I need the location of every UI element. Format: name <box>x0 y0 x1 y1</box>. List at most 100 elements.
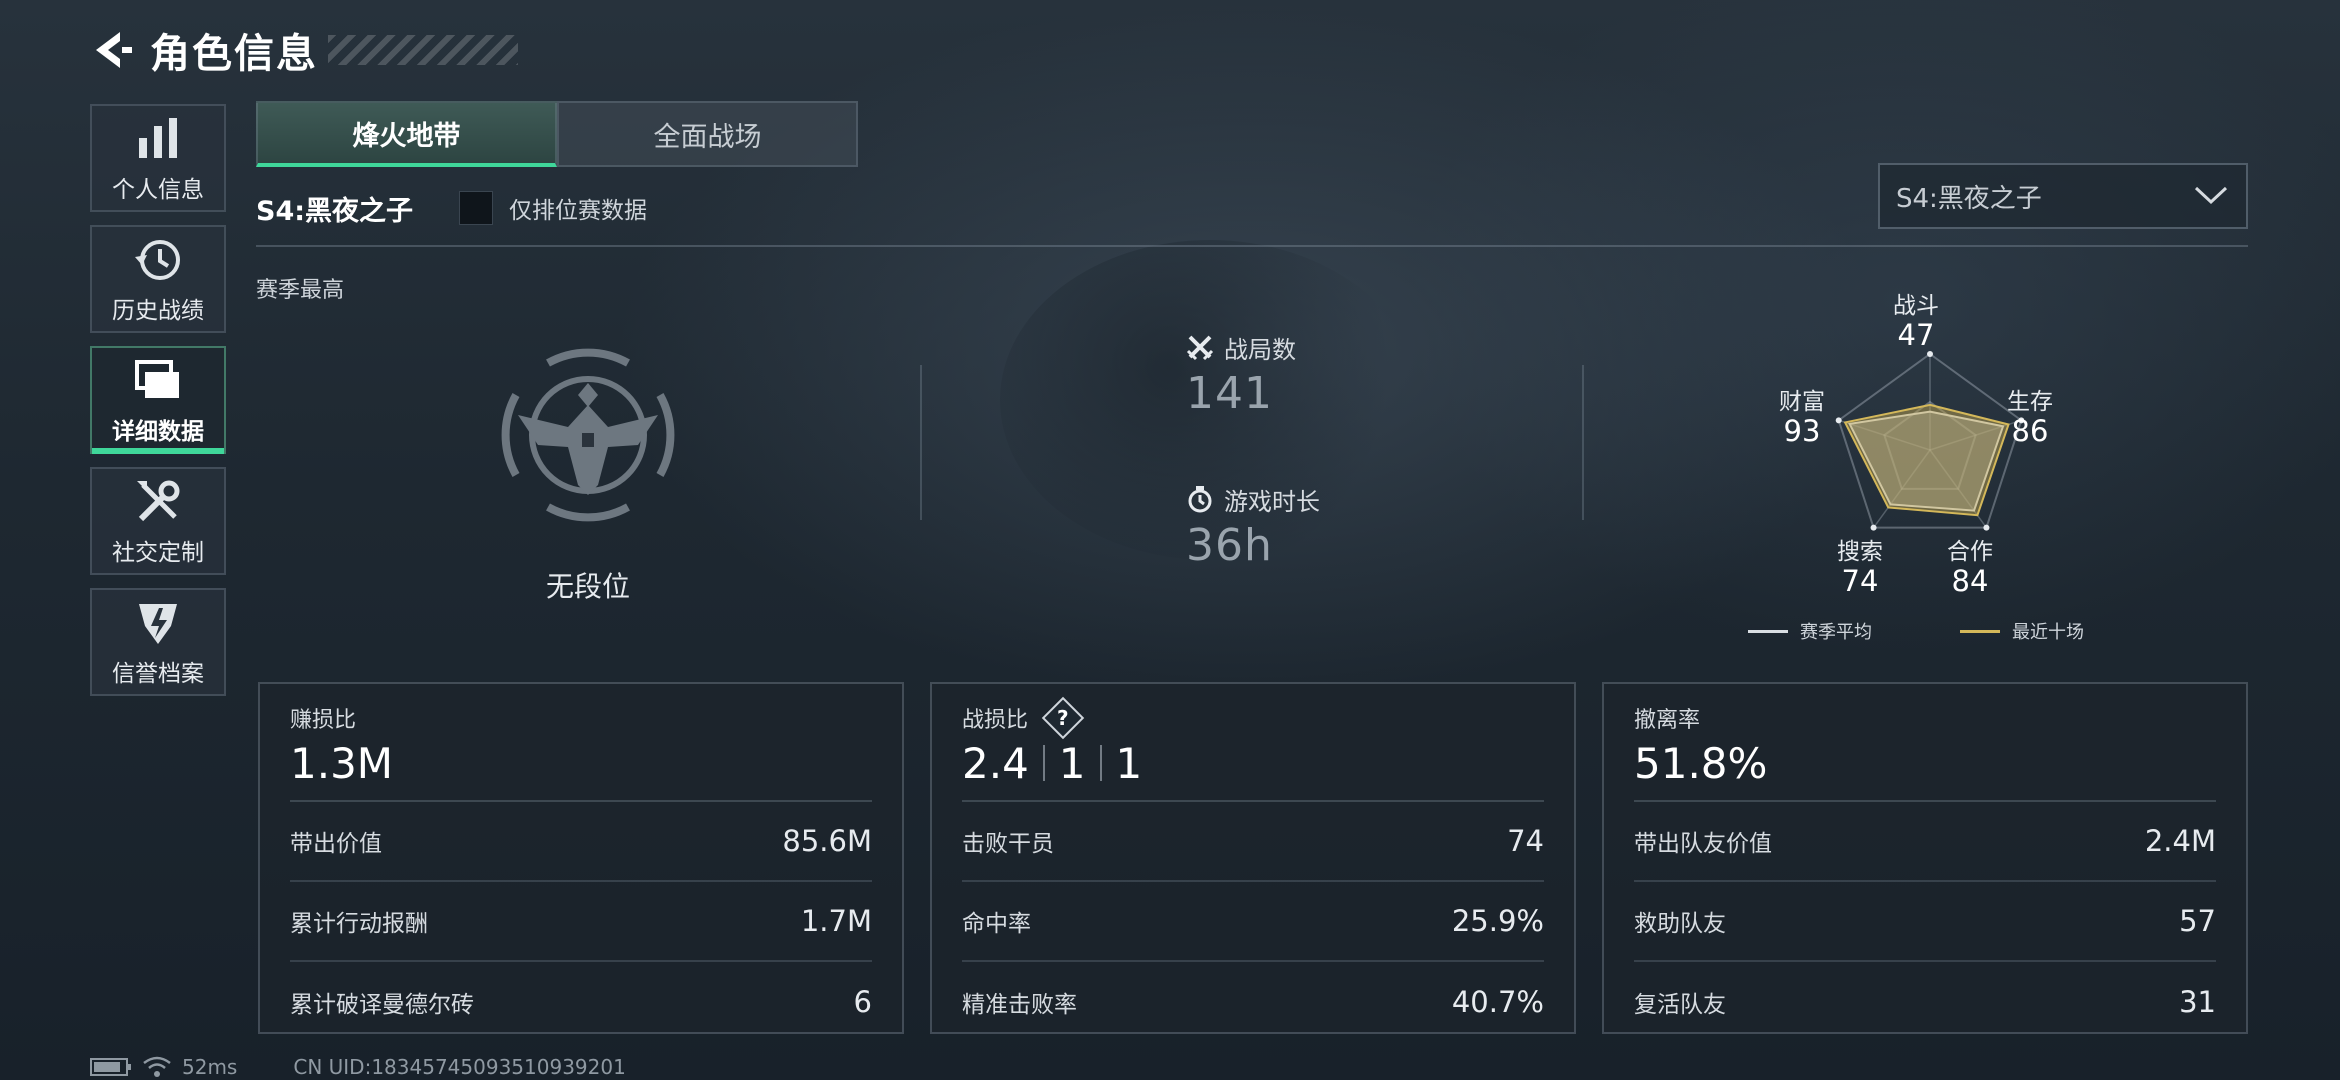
profit-title: 赚损比 <box>290 708 357 733</box>
row-value: 31 <box>2179 985 2216 1019</box>
season-selector-value: S4:黑夜之子 <box>1896 183 2042 214</box>
combat-rows: 击败干员 74 命中率 25.9% 精准击败率 40.7% <box>962 800 1544 1042</box>
value-separator <box>1099 745 1102 781</box>
status-footer: 52ms CN UID:18345745093510939201 <box>90 1054 626 1080</box>
table-row: 带出价值 85.6M <box>290 802 872 882</box>
radar-axis-dot <box>1870 524 1877 531</box>
table-row: 带出队友价值 2.4M <box>1634 802 2216 882</box>
row-value: 25.9% <box>1451 904 1544 938</box>
player-uid: CN UID:18345745093510939201 <box>293 1055 626 1079</box>
legend-swatch-average <box>1748 629 1788 633</box>
shield-badge-icon <box>139 604 177 644</box>
tab-firezone[interactable]: 烽火地带 <box>256 101 557 167</box>
row-key: 累计破译曼德尔砖 <box>290 992 474 1018</box>
season-name: S4:黑夜之子 <box>256 195 414 227</box>
row-value: 1.7M <box>800 904 872 938</box>
mode-tabs: 烽火地带 全面战场 <box>256 101 858 167</box>
sidebar-item-label: 信誉档案 <box>112 661 204 687</box>
sidebar-item-reputation[interactable]: 信誉档案 <box>90 588 226 696</box>
chevron-down-icon <box>2194 186 2228 205</box>
kd-third-value: 1 <box>1115 738 1143 788</box>
crossed-swords-icon <box>1186 335 1214 361</box>
sidebar-item-social-custom[interactable]: 社交定制 <box>90 467 226 575</box>
radar-label-search: 搜索 <box>1837 539 1883 565</box>
row-value: 2.4M <box>2144 824 2216 858</box>
stopwatch-icon <box>1188 486 1212 513</box>
radar-label-cooperation: 合作 <box>1947 539 1993 565</box>
rank-text: 无段位 <box>545 570 630 603</box>
row-key: 精准击败率 <box>962 992 1077 1018</box>
playtime-value: 36h <box>1186 520 1273 571</box>
sidebar-item-detailed-data[interactable]: 详细数据 <box>90 346 226 454</box>
ping-value: 52ms <box>182 1055 238 1079</box>
combat-main-values: 2.4 1 1 <box>962 738 1544 788</box>
radar-value-combat: 47 <box>1897 318 1935 352</box>
table-row: 累计破译曼德尔砖 6 <box>290 962 872 1042</box>
radar-label-wealth: 财富 <box>1779 389 1825 415</box>
row-value: 57 <box>2179 904 2216 938</box>
season-row: S4:黑夜之子 仅排位赛数据 <box>256 188 647 228</box>
radar-recent-ten-polygon <box>1843 403 2010 517</box>
sidebar-item-match-history[interactable]: 历史战绩 <box>90 225 226 333</box>
legend-label-average: 赛季平均 <box>1800 622 1872 643</box>
vertical-separator <box>920 365 922 520</box>
row-key: 累计行动报酬 <box>290 911 428 937</box>
row-key: 救助队友 <box>1634 911 1726 937</box>
kd-second-value: 1 <box>1058 738 1086 788</box>
back-arrow-icon[interactable] <box>90 26 138 74</box>
battery-icon <box>90 1058 131 1076</box>
table-row: 击败干员 74 <box>962 802 1544 882</box>
table-row: 累计行动报酬 1.7M <box>290 882 872 962</box>
legend-swatch-recent <box>1960 629 2000 633</box>
radar-axis-dot <box>1983 524 1990 531</box>
row-key: 击败干员 <box>962 831 1054 857</box>
profit-card: 赚损比 1.3M 带出价值 85.6M 累计行动报酬 1.7M 累计破译曼德尔砖… <box>258 682 904 1034</box>
sidebar: 个人信息 历史战绩 详细数据 社交定制 信誉档案 <box>90 104 226 709</box>
extract-title: 撤离率 <box>1634 708 1701 733</box>
matches-label: 战局数 <box>1224 335 1296 364</box>
legend-recent-ten: 最近十场 <box>1960 618 2084 644</box>
matches-value: 141 <box>1186 368 1273 419</box>
row-key: 命中率 <box>962 911 1031 937</box>
help-icon[interactable]: ? <box>1041 696 1085 740</box>
kd-ratio-value: 2.4 <box>962 738 1029 788</box>
table-row: 精准击败率 40.7% <box>962 962 1544 1042</box>
ranked-only-checkbox[interactable] <box>459 191 494 225</box>
sidebar-item-personal-info[interactable]: 个人信息 <box>90 104 226 212</box>
sidebar-item-label: 历史战绩 <box>112 298 204 324</box>
radar-value-survival: 86 <box>2011 414 2049 448</box>
legend-label-recent: 最近十场 <box>2012 622 2084 643</box>
season-selector[interactable]: S4:黑夜之子 <box>1878 163 2248 229</box>
radar-label-combat: 战斗 <box>1893 293 1939 319</box>
radar-value-cooperation: 84 <box>1951 564 1989 598</box>
page-title: 角色信息 <box>150 31 318 77</box>
playtime-label: 游戏时长 <box>1224 487 1320 516</box>
row-key: 复活队友 <box>1634 992 1726 1018</box>
row-value: 40.7% <box>1451 985 1544 1019</box>
extract-main-value: 51.8% <box>1634 738 1768 788</box>
sidebar-item-label: 详细数据 <box>112 419 204 445</box>
playtime-stat: 游戏时长 36h <box>1186 482 1320 571</box>
legend-season-average: 赛季平均 <box>1748 618 1872 644</box>
tools-icon <box>137 480 180 522</box>
radar-label-survival: 生存 <box>2007 389 2053 415</box>
row-value: 74 <box>1507 824 1544 858</box>
row-key: 带出队友价值 <box>1634 831 1772 857</box>
table-row: 命中率 25.9% <box>962 882 1544 962</box>
combat-title: 战损比 <box>962 708 1029 733</box>
bar-chart-icon <box>139 118 177 158</box>
table-row: 救助队友 57 <box>1634 882 2216 962</box>
sidebar-item-label: 社交定制 <box>112 540 204 566</box>
radar-value-wealth: 93 <box>1783 414 1821 448</box>
row-value: 85.6M <box>782 824 872 858</box>
value-separator <box>1042 745 1045 781</box>
row-key: 带出价值 <box>290 831 382 857</box>
radar-value-search: 74 <box>1841 564 1879 598</box>
extract-card: 撤离率 51.8% 带出队友价值 2.4M 救助队友 57 复活队友 31 <box>1602 682 2248 1034</box>
profit-rows: 带出价值 85.6M 累计行动报酬 1.7M 累计破译曼德尔砖 6 <box>290 800 872 1042</box>
sidebar-item-label: 个人信息 <box>112 177 204 203</box>
tab-full-battlefield[interactable]: 全面战场 <box>557 101 858 167</box>
ranked-only-label: 仅排位赛数据 <box>509 198 648 224</box>
extract-rows: 带出队友价值 2.4M 救助队友 57 复活队友 31 <box>1634 800 2216 1042</box>
help-glyph: ? <box>1057 705 1069 730</box>
